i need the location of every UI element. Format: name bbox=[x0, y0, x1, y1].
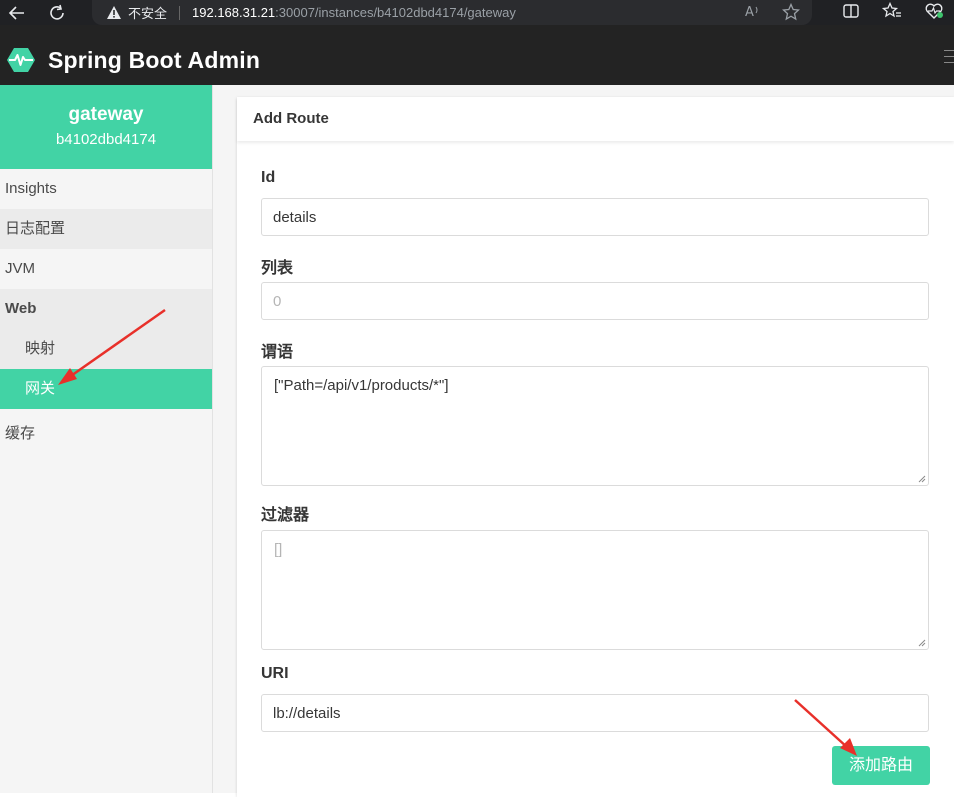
favorites-icon[interactable] bbox=[881, 1, 902, 23]
split-screen-icon[interactable] bbox=[842, 2, 860, 23]
filters-textarea[interactable]: [] bbox=[261, 530, 929, 650]
sidebar-item-caches[interactable]: 缓存 bbox=[0, 414, 212, 454]
header-spacer bbox=[0, 25, 954, 35]
menu-icon[interactable] bbox=[944, 50, 954, 68]
url-path: :30007/instances/b4102dbd4174/gateway bbox=[275, 5, 516, 20]
app-title[interactable]: Spring Boot Admin bbox=[48, 47, 260, 74]
sidebar-item-mappings[interactable]: 映射 bbox=[0, 329, 212, 369]
sidebar-item-jvm[interactable]: JVM bbox=[0, 249, 212, 289]
spring-boot-admin-logo-icon[interactable] bbox=[6, 45, 36, 75]
security-label[interactable]: 不安全 bbox=[128, 3, 167, 22]
url-divider bbox=[179, 5, 181, 20]
read-aloud-icon[interactable]: A bbox=[744, 3, 762, 24]
resize-handle-icon[interactable] bbox=[918, 475, 926, 483]
order-label: 列表 bbox=[261, 260, 294, 277]
instance-id: b4102dbd4174 bbox=[55, 131, 157, 148]
order-input[interactable]: 0 bbox=[261, 282, 929, 320]
sidebar-item-gateway[interactable]: 网关 bbox=[0, 369, 212, 409]
warning-icon bbox=[106, 5, 122, 21]
sidebar: gateway b4102dbd4174 Insights 日志配置 JVM W… bbox=[0, 85, 213, 793]
address-bar[interactable]: 不安全 192.168.31.21 :30007/instances/b4102… bbox=[92, 0, 812, 25]
instance-name: gateway bbox=[68, 104, 144, 125]
sidebar-item-logging[interactable]: 日志配置 bbox=[0, 209, 212, 249]
panel-title: Add Route bbox=[237, 97, 954, 141]
url-host: 192.168.31.21 bbox=[192, 5, 276, 20]
reload-icon[interactable] bbox=[46, 2, 68, 24]
favorite-star-icon[interactable] bbox=[781, 2, 801, 24]
filters-label: 过滤器 bbox=[261, 507, 310, 524]
instance-card: gateway b4102dbd4174 bbox=[0, 85, 212, 169]
sidebar-item-insights[interactable]: Insights bbox=[0, 169, 212, 209]
uri-input[interactable]: lb://details bbox=[261, 694, 929, 732]
back-icon[interactable] bbox=[6, 2, 28, 24]
predicates-value: ["Path=/api/v1/products/*"] bbox=[274, 377, 449, 394]
health-extension-icon[interactable] bbox=[924, 2, 944, 23]
svg-text:A: A bbox=[745, 5, 754, 19]
predicates-label: 谓语 bbox=[261, 344, 294, 361]
resize-handle-icon[interactable] bbox=[918, 639, 926, 647]
filters-placeholder: [] bbox=[274, 541, 283, 558]
id-label: Id bbox=[261, 169, 276, 186]
add-route-panel: Add Route Id details 列表 0 谓语 ["Path=/api… bbox=[237, 97, 954, 797]
uri-label: URI bbox=[261, 665, 289, 682]
sidebar-item-web[interactable]: Web bbox=[0, 289, 212, 329]
add-route-button[interactable]: 添加路由 bbox=[832, 746, 930, 785]
browser-toolbar: 不安全 192.168.31.21 :30007/instances/b4102… bbox=[0, 0, 954, 25]
predicates-textarea[interactable]: ["Path=/api/v1/products/*"] bbox=[261, 366, 929, 486]
id-input[interactable]: details bbox=[261, 198, 929, 236]
app-header: Spring Boot Admin bbox=[0, 35, 954, 85]
